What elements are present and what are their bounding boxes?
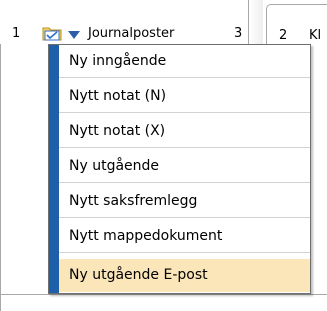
menu-item-ny-utgaende-epost[interactable]: Ny utgående E-post [59, 259, 310, 292]
menu-gutter [49, 45, 59, 293]
tab-1-journalposter[interactable]: 1 Journalposter 3 [0, 0, 263, 44]
chevron-down-icon[interactable] [67, 29, 81, 39]
tab-strip: 2 Kl 1 Journalposter 3 Ny inngående Nytt… [0, 0, 327, 311]
menu-item-nytt-saksfremlegg[interactable]: Nytt saksfremlegg [59, 185, 310, 218]
menu-item-nytt-mappedokument[interactable]: Nytt mappedokument [59, 220, 310, 253]
tab-label: Kl [309, 28, 322, 43]
tab-label: Journalposter [88, 26, 175, 41]
dropdown-menu: Ny inngående Nytt notat (N) Nytt notat (… [48, 44, 311, 294]
menu-item-ny-utgaende[interactable]: Ny utgående [59, 150, 310, 183]
folder-check-icon[interactable] [42, 25, 62, 41]
tab-2[interactable]: 2 Kl [266, 4, 327, 45]
tab-divider [248, 0, 263, 44]
tab-count-badge: 3 [234, 26, 243, 41]
menu-item-nytt-notat-x[interactable]: Nytt notat (X) [59, 115, 310, 148]
menu-item-nytt-notat-n[interactable]: Nytt notat (N) [59, 80, 310, 113]
menu-item-ny-inngaende[interactable]: Ny inngående [59, 45, 310, 78]
divider [0, 294, 327, 295]
tab-number: 1 [12, 26, 21, 41]
tab-number: 2 [279, 28, 288, 43]
